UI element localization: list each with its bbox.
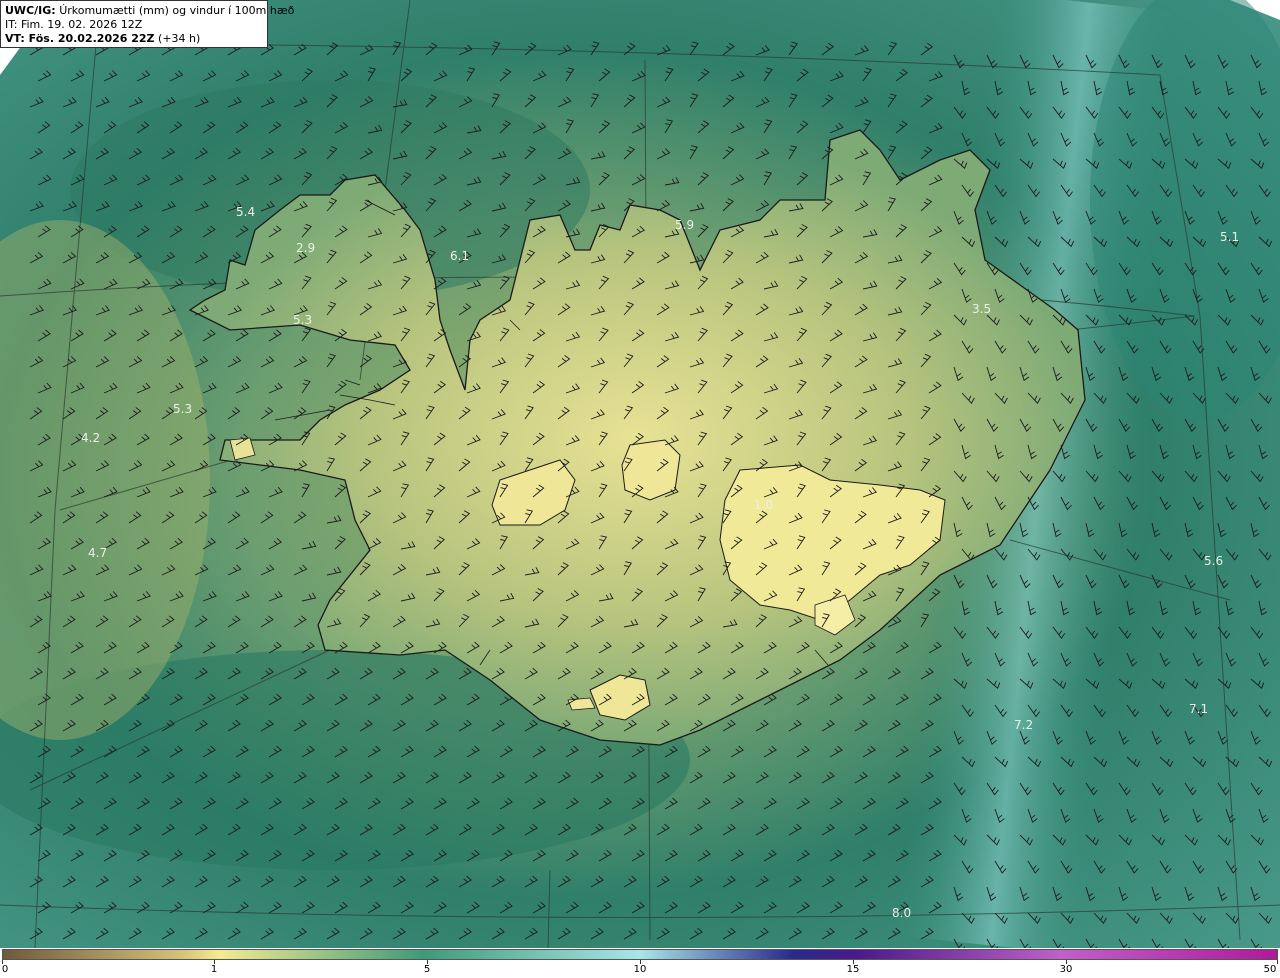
precip-label: 7.1 bbox=[1189, 702, 1208, 716]
colorbar-tick bbox=[1277, 960, 1278, 964]
precip-label: 5.4 bbox=[236, 205, 255, 219]
map-canvas: 5.4 2.9 5.3 6.1 5.9 5.1 3.5 5.3 4.2 4.7 … bbox=[0, 0, 1280, 948]
precip-label: 5.6 bbox=[1204, 554, 1223, 568]
precip-label: 5.3 bbox=[173, 402, 192, 416]
precip-label: 3.5 bbox=[972, 302, 991, 316]
colorbar-label: 30 bbox=[1059, 964, 1073, 975]
colorbar: 0 1 5 10 15 30 50 bbox=[0, 948, 1280, 978]
colorbar-label: 10 bbox=[633, 964, 647, 975]
colorbar-gradient bbox=[2, 949, 1278, 960]
init-time: IT: Fim. 19. 02. 2026 12Z bbox=[5, 18, 143, 31]
forecast-map: 5.4 2.9 5.3 6.1 5.9 5.1 3.5 5.3 4.2 4.7 … bbox=[0, 0, 1280, 948]
precip-label: 4.7 bbox=[88, 546, 107, 560]
precip-label: 5.9 bbox=[675, 218, 694, 232]
precip-label: 5.1 bbox=[1220, 230, 1239, 244]
precip-label: 1.0 bbox=[754, 498, 773, 512]
precip-label: 5.3 bbox=[293, 313, 312, 327]
map-title: Úrkomumætti (mm) og vindur í 100m hæð bbox=[59, 4, 295, 17]
colorbar-label: 0 bbox=[1, 964, 9, 975]
map-header: UWC/IG: Úrkomumætti (mm) og vindur í 100… bbox=[0, 0, 294, 48]
title-line: UWC/IG: Úrkomumætti (mm) og vindur í 100… bbox=[5, 4, 294, 18]
valid-time: VT: Fös. 20.02.2026 22Z bbox=[5, 32, 155, 45]
valid-time-line: VT: Fös. 20.02.2026 22Z (+34 h) bbox=[5, 32, 263, 46]
precip-label: 6.1 bbox=[450, 249, 469, 263]
precip-label: 8.0 bbox=[892, 906, 911, 920]
colorbar-label: 5 bbox=[423, 964, 431, 975]
colorbar-label: 50 bbox=[1263, 964, 1277, 975]
model-tag: UWC/IG: bbox=[5, 4, 56, 17]
colorbar-label: 1 bbox=[210, 964, 218, 975]
precip-label: 4.2 bbox=[81, 431, 100, 445]
precip-label: 7.2 bbox=[1014, 718, 1033, 732]
lead-time: (+34 h) bbox=[158, 32, 201, 45]
colorbar-label: 15 bbox=[846, 964, 860, 975]
precip-label: 2.9 bbox=[296, 241, 315, 255]
